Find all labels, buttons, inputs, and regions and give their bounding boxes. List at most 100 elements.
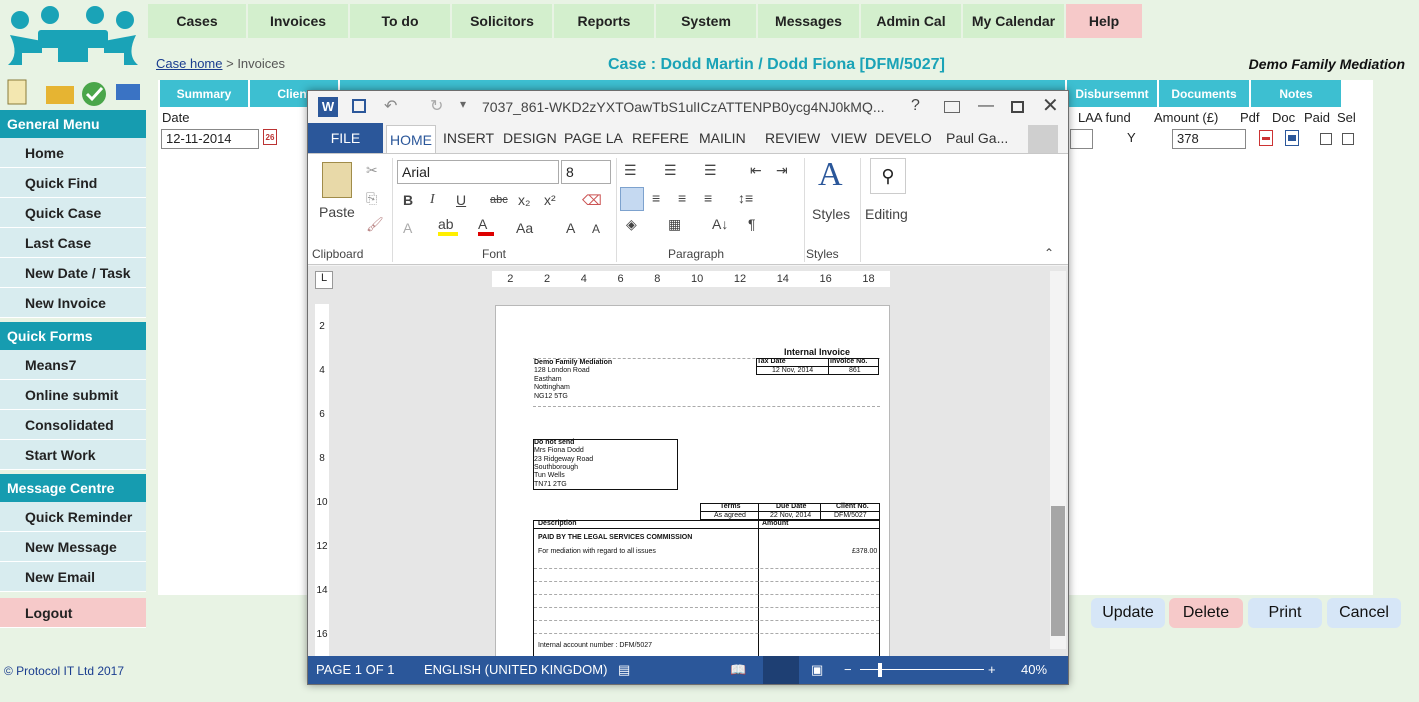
menu-quick-case[interactable]: Quick Case [0,198,146,228]
word-doc-icon[interactable] [1285,130,1299,146]
customize-qat-icon[interactable]: ▾ [460,97,466,111]
tab-design[interactable]: DESIGN [503,130,557,146]
align-right-icon[interactable]: ≡ [678,190,686,206]
change-case-icon[interactable]: Aa [516,220,533,236]
menu-quick-reminder[interactable]: Quick Reminder [0,502,146,532]
menu-home[interactable]: Home [0,138,146,168]
zoom-level[interactable]: 40% [1021,662,1047,677]
styles-button[interactable]: Styles [812,206,850,222]
language-indicator[interactable]: ENGLISH (UNITED KINGDOM) [424,662,607,677]
paste-button[interactable]: Paste [319,204,355,220]
paid-checkbox[interactable] [1320,133,1332,145]
clear-formatting-icon[interactable]: ⌫ [582,192,602,209]
help-icon[interactable]: ? [911,97,920,115]
shading-icon[interactable]: ◈ [626,216,637,233]
align-left-icon[interactable] [620,187,644,211]
tab-summary[interactable]: Summary [160,80,250,107]
delete-button[interactable]: Delete [1169,598,1243,628]
cut-icon[interactable]: ✂ [366,162,378,179]
align-center-icon[interactable]: ≡ [652,190,660,206]
numbering-icon[interactable]: ☰ [664,162,677,179]
tab-disbursement[interactable]: Disbursemnt [1067,80,1159,107]
sort-icon[interactable]: A↓ [712,216,728,232]
paste-icon[interactable] [322,162,352,198]
vertical-scrollbar[interactable] [1050,271,1066,649]
zoom-in-icon[interactable]: + [988,662,996,677]
update-button[interactable]: Update [1091,598,1165,628]
save-icon[interactable] [352,99,366,113]
tab-documents[interactable]: Documents [1159,80,1251,107]
minimize-icon[interactable]: — [978,97,994,115]
italic-icon[interactable]: I [430,192,435,208]
justify-icon[interactable]: ≡ [704,190,712,206]
tab-page-layout[interactable]: PAGE LA [564,130,623,146]
proofing-icon[interactable]: ▤ [618,662,630,678]
text-effects-icon[interactable]: A [403,220,412,236]
font-color-icon[interactable]: A [478,216,494,236]
tab-home[interactable]: HOME [386,125,436,153]
grow-font-icon[interactable]: A [566,220,575,236]
nav-reports[interactable]: Reports [554,4,656,38]
zoom-out-icon[interactable]: − [844,662,852,677]
cancel-button[interactable]: Cancel [1327,598,1401,628]
amount-input[interactable]: 378 [1172,129,1246,149]
nav-help[interactable]: Help [1066,4,1144,38]
tab-file[interactable]: FILE [308,123,383,153]
menu-start-work[interactable]: Start Work [0,440,146,470]
tab-insert[interactable]: INSERT [443,130,494,146]
highlight-icon[interactable]: ab [438,216,458,236]
find-binoculars-icon[interactable]: ⚲ [870,158,906,194]
maximize-icon[interactable] [1011,101,1024,113]
redo-icon[interactable]: ↻ [430,96,443,116]
nav-messages[interactable]: Messages [758,4,861,38]
tab-view[interactable]: VIEW [831,130,867,146]
underline-icon[interactable]: U [456,192,466,208]
nav-solicitors[interactable]: Solicitors [452,4,554,38]
copy-icon[interactable]: ⎘ [366,190,377,207]
nav-invoices[interactable]: Invoices [248,4,350,38]
date-input[interactable]: 12-11-2014 [161,129,259,149]
menu-quick-find[interactable]: Quick Find [0,168,146,198]
styles-icon[interactable]: A [818,156,843,194]
borders-icon[interactable]: ▦ [668,216,681,233]
scrollbar-thumb[interactable] [1051,506,1065,636]
sel-checkbox[interactable] [1342,133,1354,145]
format-painter-icon[interactable]: 🖌 [366,216,384,233]
menu-consolidated[interactable]: Consolidated [0,410,146,440]
nav-admin-cal[interactable]: Admin Cal [861,4,963,38]
web-layout-icon[interactable]: ▣ [811,662,823,678]
font-name-select[interactable]: Arial [397,160,559,184]
page-count[interactable]: PAGE 1 OF 1 [316,662,395,677]
menu-new-message[interactable]: New Message [0,532,146,562]
decrease-indent-icon[interactable]: ⇤ [750,162,762,179]
ribbon-display-icon[interactable] [944,101,960,113]
menu-online-submit[interactable]: Online submit [0,380,146,410]
tab-developer[interactable]: DEVELO [875,130,932,146]
tab-notes[interactable]: Notes [1251,80,1343,107]
collapse-ribbon-icon[interactable]: ⌃ [1044,246,1054,260]
zoom-slider-thumb[interactable] [878,663,882,677]
nav-cases[interactable]: Cases [148,4,248,38]
tab-review[interactable]: REVIEW [765,130,820,146]
font-size-select[interactable]: 8 [561,160,611,184]
nav-todo[interactable]: To do [350,4,452,38]
bold-icon[interactable]: B [403,192,413,208]
editing-button[interactable]: Editing [865,206,908,222]
menu-logout[interactable]: Logout [0,598,146,628]
print-layout-icon[interactable] [763,656,799,684]
menu-new-invoice[interactable]: New Invoice [0,288,146,318]
menu-new-date-task[interactable]: New Date / Task [0,258,146,288]
read-mode-icon[interactable]: 📖 [730,662,746,678]
subscript-icon[interactable]: x₂ [518,192,530,208]
user-avatar[interactable] [1028,125,1058,153]
superscript-icon[interactable]: x² [544,192,556,208]
close-icon[interactable]: ✕ [1042,93,1059,118]
tab-mailings[interactable]: MAILIN [699,130,746,146]
increase-indent-icon[interactable]: ⇥ [776,162,788,179]
shrink-font-icon[interactable]: A [592,222,600,236]
nav-system[interactable]: System [656,4,758,38]
show-marks-icon[interactable]: ¶ [748,216,756,232]
tab-references[interactable]: REFERE [632,130,689,146]
tab-selector-icon[interactable]: L [315,271,333,289]
user-name[interactable]: Paul Ga... [946,130,1008,146]
